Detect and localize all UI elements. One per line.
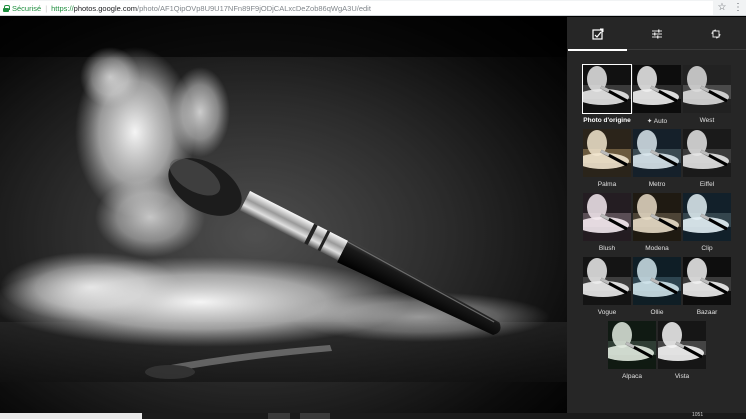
browser-menu-icon[interactable]: ⋮ [733,2,743,14]
filter-preview-image [683,257,731,305]
filter-preview-image [683,129,731,177]
filter-preview-image [683,65,731,113]
filter-label: Bazaar [677,309,737,316]
filter-thumbnail[interactable] [633,257,681,305]
filter-preview-image [583,129,631,177]
photo-canvas [0,17,567,413]
filter-preview-image [633,129,681,177]
filter-preview-image [633,193,681,241]
filter-thumbnail[interactable] [608,321,656,369]
edit-tabs [567,17,746,51]
filter-thumbnail[interactable] [633,129,681,177]
tab-filters[interactable] [568,17,627,51]
crop-rotate-icon [711,29,720,38]
url-path: /photo/AF1QipOVp8U9U17NFn89F9jODjCALxcDe… [137,3,371,13]
filter-thumbnail[interactable] [683,257,731,305]
photo-image [0,17,567,413]
bookmark-star-icon[interactable]: ☆ [716,2,728,14]
filter-label-text: Modena [645,245,669,252]
edit-panel: Photo d'origine ✦ Auto West Palma Metro Eiffe… [567,17,746,413]
taskbar-search-box[interactable] [0,413,142,419]
filter-label-text: West [699,117,715,124]
filter-label: Eiffel [677,181,737,188]
url-field[interactable]: Sécurisé | https:// photos.google.com /p… [0,1,713,15]
filter-label: Vista [652,373,712,380]
filter-thumbnail[interactable] [583,129,631,177]
filter-thumbnail[interactable] [683,65,731,113]
tab-crop-rotate[interactable] [686,17,745,50]
filter-thumbnail[interactable] [683,129,731,177]
filter-label: Clip [677,245,737,252]
filter-label-text: Blush [598,245,616,252]
filter-label-text: Auto [653,118,668,125]
lock-icon [3,4,10,12]
auto-sparkle-icon: ✦ [646,118,654,125]
url-scheme: https:// [51,3,74,13]
secure-label: Sécurisé [12,3,42,13]
filter-thumbnail[interactable] [582,64,632,114]
filter-preview-image [633,65,681,113]
filter-label-text: Ollie [650,309,664,316]
filter-label-text: Metro [648,181,666,188]
filter-label-text: Vogue [597,309,617,316]
filter-thumbnail[interactable] [583,193,631,241]
filter-label-text: Alpaca [622,373,642,380]
filter-label-text: Photo d'origine [583,117,631,124]
filter-label: West [677,117,737,124]
filter-preview-image [633,257,681,305]
filter-label-text: Eiffel [699,181,715,188]
filter-preview-image [583,257,631,305]
filter-thumbnail[interactable] [633,193,681,241]
filter-thumbnail[interactable] [658,321,706,369]
filter-label-text: Vista [674,373,690,380]
filter-preview-image [583,65,631,113]
taskbar-app[interactable] [300,413,330,419]
filter-preview-image [583,193,631,241]
filter-preview-image [658,321,706,369]
filter-label-text: Bazaar [696,309,718,316]
filter-preview-image [608,321,656,369]
tab-adjustments[interactable] [627,17,686,50]
url-host: photos.google.com [73,3,138,13]
filter-label-text: Clip [701,245,713,252]
filters-icon [591,28,603,40]
taskbar-clock: 1051 [692,412,704,418]
browser-address-bar: Sécurisé | https:// photos.google.com /p… [0,0,746,16]
filter-thumbnail[interactable] [583,257,631,305]
taskbar-app[interactable] [268,413,290,419]
filter-thumbnail[interactable] [633,65,681,113]
filter-thumbnail[interactable] [683,193,731,241]
filter-preview-image [683,193,731,241]
sliders-icon [651,29,662,38]
url-separator: | [45,3,48,13]
filter-label-text: Palma [597,181,617,188]
